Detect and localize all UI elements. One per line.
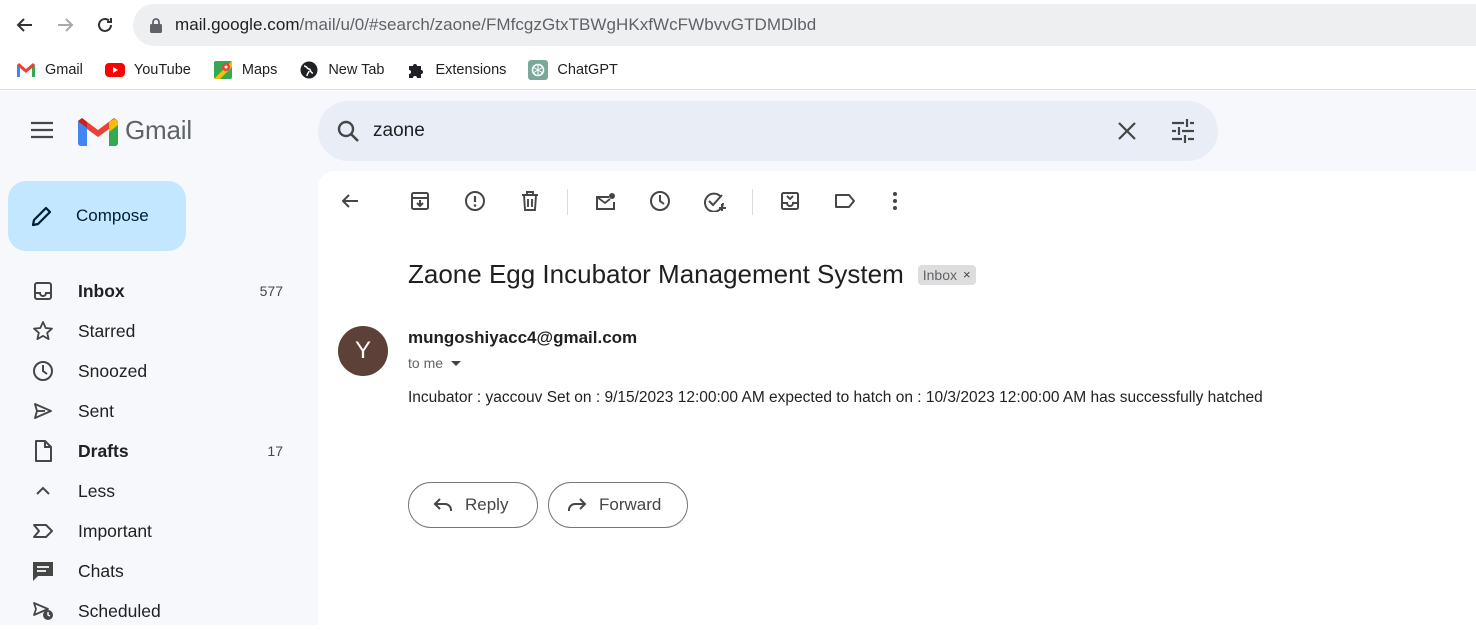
back-icon[interactable] (10, 10, 40, 40)
sidebar-item-label: Starred (78, 320, 136, 341)
email-body: Incubator : yaccouv Set on : 9/15/2023 1… (408, 389, 1263, 406)
add-to-tasks-icon[interactable] (703, 189, 727, 213)
youtube-icon (104, 60, 125, 80)
sidebar-item-label: Scheduled (78, 600, 161, 621)
browser-toolbar: mail.google.com/mail/u/0/#search/zaone/F… (0, 0, 1476, 50)
bookmarks-bar: Gmail YouTube Maps New Tab Extensions Ch… (0, 50, 1476, 90)
sidebar-item-important[interactable]: Important (0, 511, 300, 551)
compose-button[interactable]: Compose (8, 181, 186, 251)
bookmark-extensions[interactable]: Extensions (406, 60, 506, 80)
sidebar-item-label: Sent (78, 400, 114, 421)
lock-icon (150, 18, 162, 33)
snooze-icon[interactable] (648, 189, 672, 213)
sidebar-item-drafts[interactable]: Drafts 17 (0, 431, 300, 471)
forward-button[interactable]: Forward (548, 482, 688, 528)
reply-button[interactable]: Reply (408, 482, 538, 528)
remove-label-icon[interactable]: × (963, 267, 971, 282)
badge-label: Inbox (922, 266, 957, 283)
search-icon[interactable] (336, 119, 360, 148)
maps-icon (213, 60, 233, 80)
pencil-icon (31, 206, 52, 227)
more-options-icon[interactable] (883, 189, 907, 213)
gmail-m-icon (78, 117, 118, 146)
chatgpt-icon (528, 59, 549, 80)
compose-label: Compose (76, 206, 149, 225)
search-bar[interactable]: zaone (318, 101, 1218, 161)
bookmark-maps[interactable]: Maps (213, 60, 277, 80)
message-view: Zaone Egg Incubator Management System In… (318, 171, 1476, 625)
sidebar-item-inbox[interactable]: Inbox 577 (0, 271, 300, 311)
report-spam-icon[interactable] (463, 189, 487, 213)
sender-email[interactable]: mungoshiyacc4@gmail.com (408, 328, 637, 348)
bookmark-gmail[interactable]: Gmail (16, 60, 83, 80)
sidebar-nav: Inbox 577 Starred Snoozed Sent Drafts 17… (0, 271, 300, 631)
sidebar-item-label: Drafts (78, 440, 129, 461)
search-options-icon[interactable] (1170, 118, 1196, 149)
gmail-app: Gmail zaone Compose Inbox 577 Starred Sn… (0, 91, 1476, 625)
recipient-details[interactable]: to me (408, 355, 462, 371)
url-text: mail.google.com/mail/u/0/#search/zaone/F… (175, 15, 817, 34)
forward-icon (568, 498, 587, 511)
sidebar-item-sent[interactable]: Sent (0, 391, 300, 431)
scheduled-send-icon (32, 600, 54, 622)
toolbar-divider (567, 189, 568, 215)
sidebar-item-less[interactable]: Less (0, 471, 300, 511)
main-menu-icon[interactable] (30, 120, 54, 145)
sidebar-item-starred[interactable]: Starred (0, 311, 300, 351)
toolbar-divider (752, 189, 753, 215)
email-subject: Zaone Egg Incubator Management System (408, 259, 904, 289)
clear-search-icon[interactable] (1115, 119, 1139, 148)
dropdown-caret-icon[interactable] (451, 360, 462, 366)
chevron-up-icon (32, 480, 54, 502)
sidebar-item-scheduled[interactable]: Scheduled (0, 591, 300, 631)
mark-unread-icon[interactable] (593, 189, 617, 213)
sidebar-item-chats[interactable]: Chats (0, 551, 300, 591)
sidebar-item-label: Less (78, 480, 115, 501)
recipient-text: to me (408, 355, 444, 371)
reply-icon (433, 498, 452, 511)
gmail-wordmark: Gmail (125, 115, 192, 145)
draft-icon (32, 440, 54, 462)
gmail-logo[interactable]: Gmail (78, 115, 192, 146)
bookmark-youtube[interactable]: YouTube (104, 60, 191, 80)
delete-icon[interactable] (518, 189, 542, 213)
star-icon (32, 320, 54, 342)
inbox-icon (32, 280, 54, 302)
label-icon[interactable] (833, 189, 857, 213)
search-input[interactable]: zaone (373, 120, 425, 142)
forward-nav-icon[interactable] (50, 10, 80, 40)
bookmark-chatgpt[interactable]: ChatGPT (528, 59, 618, 80)
chat-icon (32, 560, 54, 582)
sidebar-item-label: Chats (78, 560, 124, 581)
unread-count: 577 (259, 283, 283, 299)
back-to-search-icon[interactable] (338, 189, 362, 213)
sidebar-item-label: Snoozed (78, 360, 148, 381)
archive-icon[interactable] (408, 189, 432, 213)
clock-icon (32, 360, 54, 382)
sidebar-item-label: Important (78, 520, 152, 541)
inbox-label-badge[interactable]: Inbox × (917, 264, 976, 285)
draft-count: 17 (267, 443, 283, 459)
email-subject-row: Zaone Egg Incubator Management System In… (408, 259, 976, 290)
address-bar[interactable]: mail.google.com/mail/u/0/#search/zaone/F… (133, 4, 1476, 46)
reload-icon[interactable] (90, 10, 120, 40)
globe-icon (299, 60, 319, 80)
send-icon (32, 400, 54, 422)
move-to-icon[interactable] (778, 189, 802, 213)
reply-label: Reply (465, 495, 509, 514)
sidebar-item-label: Inbox (78, 280, 125, 301)
sidebar-item-snoozed[interactable]: Snoozed (0, 351, 300, 391)
forward-label: Forward (599, 495, 662, 514)
bookmark-new-tab[interactable]: New Tab (299, 60, 384, 80)
puzzle-icon (406, 60, 426, 80)
important-icon (32, 520, 54, 542)
avatar[interactable]: Y (338, 326, 388, 376)
gmail-icon (16, 60, 36, 80)
